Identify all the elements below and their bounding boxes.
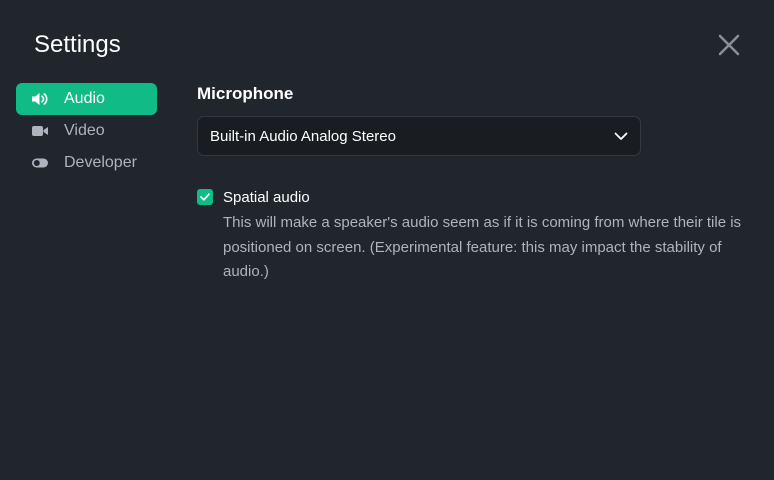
sidebar-item-label: Developer <box>64 154 137 171</box>
video-camera-icon <box>31 122 49 140</box>
spatial-audio-option: Spatial audio <box>197 188 742 208</box>
settings-sidebar: Audio Video Developer <box>16 83 157 179</box>
spatial-audio-description: This will make a speaker's audio seem as… <box>223 214 742 280</box>
spatial-audio-label[interactable]: Spatial audio <box>223 188 310 208</box>
spatial-audio-checkbox[interactable] <box>197 189 213 205</box>
close-button[interactable] <box>714 30 744 60</box>
microphone-select[interactable]: Built-in Audio Analog Stereo <box>197 116 641 156</box>
dialog-title: Settings <box>34 31 121 58</box>
chevron-down-icon <box>614 132 628 140</box>
sidebar-item-video[interactable]: Video <box>16 115 157 147</box>
audio-settings-panel: Microphone Built-in Audio Analog Stereo … <box>197 83 742 285</box>
sidebar-item-developer[interactable]: Developer <box>16 147 157 179</box>
toggle-icon <box>31 154 49 172</box>
close-icon <box>718 34 740 56</box>
checkmark-icon <box>200 193 210 201</box>
sidebar-item-audio[interactable]: Audio <box>16 83 157 115</box>
microphone-select-value: Built-in Audio Analog Stereo <box>210 127 396 145</box>
microphone-heading: Microphone <box>197 84 294 103</box>
settings-dialog: Settings Audio Video Developer Microphon… <box>0 0 774 480</box>
speaker-icon <box>31 90 49 108</box>
sidebar-item-label: Video <box>64 122 105 139</box>
sidebar-item-label: Audio <box>64 90 105 107</box>
